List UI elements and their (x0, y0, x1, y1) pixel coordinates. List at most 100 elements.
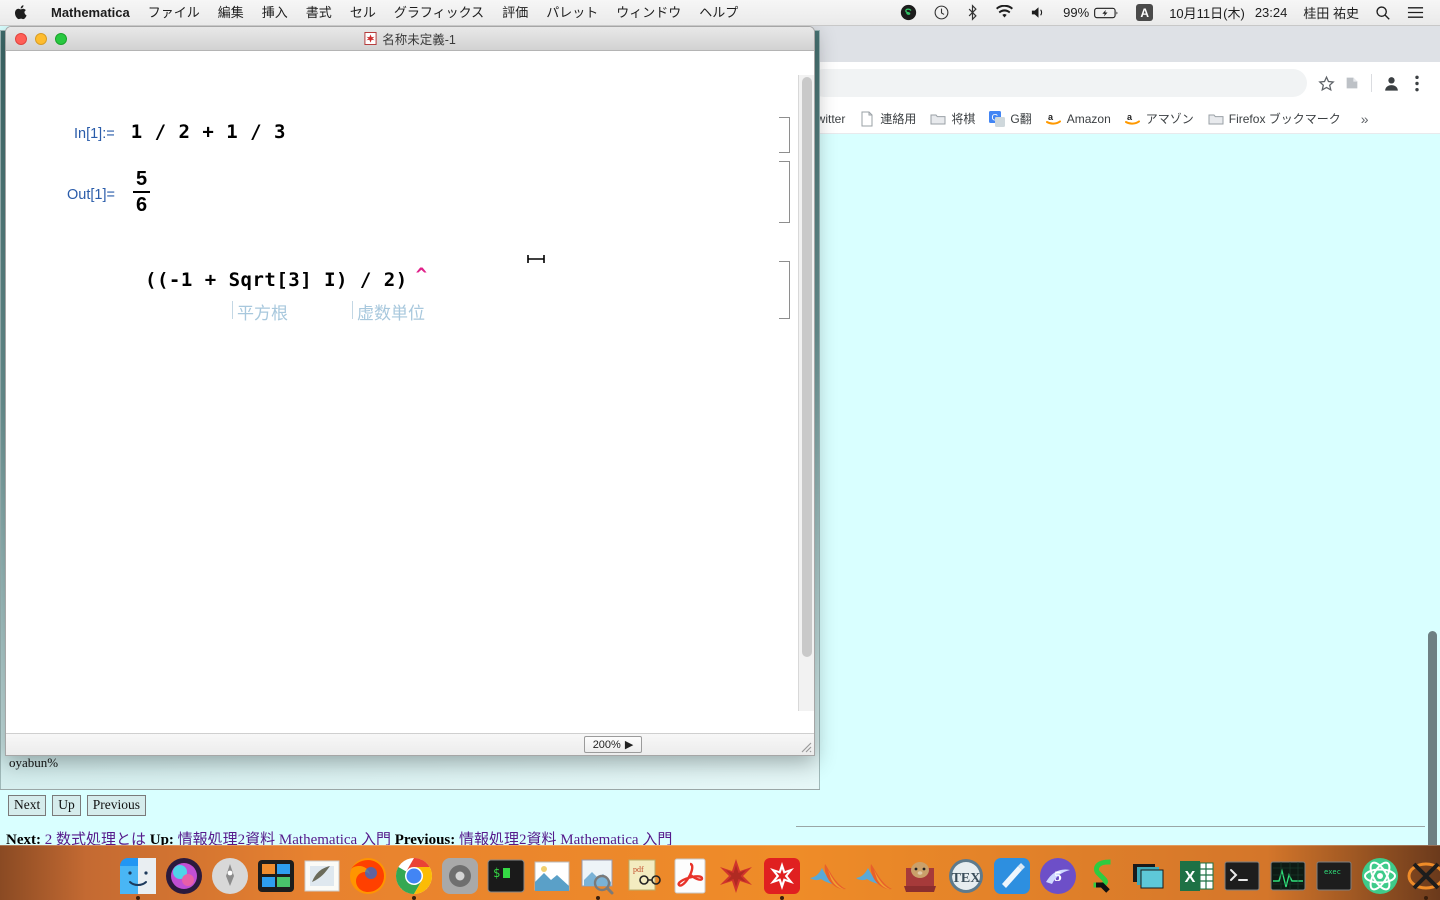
menu-cell[interactable]: セル (341, 0, 385, 26)
dock-item-adobe-acrobat[interactable] (668, 850, 712, 896)
bookmark-amazon-jp[interactable]: a アマゾン (1119, 107, 1200, 130)
dock-item-exec-terminal[interactable]: exec (1312, 850, 1356, 896)
page-navigation-buttons[interactable]: Next Up Previous (8, 795, 146, 816)
dock-item-xquartz[interactable] (1404, 850, 1440, 900)
notebook-content[interactable]: In[1]:= 1 / 2 + 1 / 3 Out[1]= 5 6 ((-1 +… (6, 51, 798, 733)
input-expression-2[interactable]: ((-1 + Sqrt[3] I) / 2) (145, 269, 408, 291)
menu-palettes[interactable]: パレット (537, 0, 607, 26)
cell-bracket-in-2[interactable] (779, 261, 790, 319)
browser-scrollbar[interactable] (1425, 134, 1440, 846)
input-cell-1[interactable]: In[1]:= 1 / 2 + 1 / 3 (74, 121, 286, 143)
bluetooth-icon[interactable] (958, 4, 987, 21)
search-icon[interactable] (1367, 5, 1399, 21)
bookmark-renrakuyou[interactable]: 連絡用 (853, 107, 922, 130)
address-bar[interactable] (810, 69, 1307, 97)
three-dot-menu-icon[interactable] (1404, 70, 1430, 96)
dock-item-firefox[interactable] (346, 850, 390, 896)
browser-toolbar[interactable] (796, 62, 1440, 104)
menu-bar-user[interactable]: 桂田 祐史 (1295, 3, 1367, 22)
bookmark-firefox-bookmarks[interactable]: Firefox ブックマーク (1202, 107, 1347, 130)
menu-graphics[interactable]: グラフィックス (385, 0, 493, 26)
cell-bracket-in-1[interactable] (779, 117, 790, 153)
chevron-right-icon[interactable]: ▶ (625, 738, 633, 751)
dock-item-matlab[interactable] (806, 850, 850, 896)
dock-item-xcode[interactable] (990, 850, 1034, 896)
bookmark-label: 連絡用 (880, 112, 917, 126)
browser-scrollbar-thumb[interactable] (1428, 631, 1437, 846)
input-cell-2[interactable]: ((-1 + Sqrt[3] I) / 2) ^ (145, 264, 427, 291)
bookmarks-overflow-button[interactable]: » (1355, 109, 1375, 129)
dock-item-skim-pdf[interactable]: pdf (622, 850, 666, 896)
skype-icon[interactable] (892, 4, 925, 21)
dock-item-mathematica[interactable] (760, 850, 804, 900)
dock-item-mathematica-player[interactable] (714, 850, 758, 896)
menu-insert[interactable]: 挿入 (253, 0, 297, 26)
notebook-body[interactable]: In[1]:= 1 / 2 + 1 / 3 Out[1]= 5 6 ((-1 +… (6, 51, 814, 733)
dock-item-matlab-2[interactable] (852, 850, 896, 896)
menu-help[interactable]: ヘルプ (690, 0, 747, 26)
menu-format[interactable]: 書式 (297, 0, 341, 26)
notebook-status-bar[interactable]: 200% ▶ (6, 733, 814, 755)
dock-item-chrome[interactable] (392, 850, 436, 900)
dock-item-mail[interactable] (300, 850, 344, 896)
menu-evaluation[interactable]: 評価 (493, 0, 537, 26)
dock-item-preview[interactable] (576, 850, 620, 900)
notebook-title: 名称未定義-1 (6, 29, 814, 48)
dock-item-photos[interactable] (530, 850, 574, 896)
mathematica-notebook-window[interactable]: 名称未定義-1 In[1]:= 1 / 2 + 1 / 3 Out[1]= 5 … (5, 26, 815, 756)
dock-item-finder[interactable] (116, 850, 160, 900)
dock-item-maple[interactable]: 5 (1036, 850, 1080, 896)
dock-item-siri[interactable] (162, 850, 206, 896)
bookmarks-bar[interactable]: Twitter 連絡用 将棋 G G翻 a Amazon a アマゾン Fire… (796, 104, 1440, 134)
output-cell-1[interactable]: Out[1]= 5 6 (67, 169, 151, 215)
menu-window[interactable]: ウィンドウ (607, 0, 690, 26)
menu-file[interactable]: ファイル (139, 0, 209, 26)
bookmark-amazon[interactable]: a Amazon (1040, 108, 1117, 130)
previous-button[interactable]: Previous (86, 795, 146, 816)
profile-avatar-icon[interactable] (1378, 70, 1404, 96)
dock-item-atom[interactable] (1358, 850, 1402, 896)
bookmark-shogi[interactable]: 将棋 (924, 107, 981, 130)
menu-bar-date: 10月11日(木) (1169, 6, 1245, 21)
notebook-scrollbar[interactable] (798, 75, 814, 711)
control-center-icon[interactable] (1399, 5, 1432, 20)
wifi-icon[interactable] (987, 5, 1022, 20)
dock-item-launchpad[interactable] (208, 850, 252, 896)
dock-item-iterm[interactable] (1220, 850, 1264, 896)
macos-dock[interactable]: $ pdf TEX 5 X exec (0, 845, 1440, 900)
dock-item-mission-control[interactable] (254, 850, 298, 896)
time-machine-icon[interactable] (925, 4, 958, 21)
chrome-browser-window[interactable]: Twitter 連絡用 将棋 G G翻 a Amazon a アマゾン Fire… (796, 26, 1440, 846)
dock-item-tex[interactable]: TEX (944, 850, 988, 896)
browser-tab-strip[interactable] (796, 26, 1440, 62)
dock-item-keynote[interactable] (1128, 850, 1172, 896)
menu-bar-status-items[interactable]: 99% A 10月11日(木) 23:24 桂田 祐史 (892, 3, 1440, 22)
bookmark-gtranslate[interactable]: G G翻 (983, 107, 1037, 130)
menu-edit[interactable]: 編集 (209, 0, 253, 26)
star-icon[interactable] (1313, 70, 1339, 96)
notebook-scrollbar-thumb[interactable] (802, 77, 812, 657)
menu-app-name[interactable]: Mathematica (42, 0, 139, 26)
macos-menu-bar[interactable]: Mathematica ファイル 編集 挿入 書式 セル グラフィックス 評価 … (0, 0, 1440, 26)
battery-status[interactable]: 99% (1055, 5, 1128, 20)
window-resize-grip[interactable] (798, 739, 812, 753)
siri-icon (166, 858, 202, 894)
up-button[interactable]: Up (52, 795, 81, 816)
system-preferences-icon (442, 858, 478, 894)
apple-logo-icon[interactable] (0, 4, 42, 21)
svg-text:exec: exec (1324, 868, 1341, 876)
dock-item-excel[interactable]: X (1174, 850, 1218, 896)
input-expression-1[interactable]: 1 / 2 + 1 / 3 (131, 121, 286, 143)
input-source-indicator[interactable]: A (1128, 4, 1161, 21)
dock-item-system-preferences[interactable] (438, 850, 482, 896)
dock-item-dictionary[interactable] (898, 850, 942, 896)
cell-bracket-out-1[interactable] (779, 161, 790, 223)
next-button[interactable]: Next (8, 795, 47, 816)
dock-item-terminal[interactable]: $ (484, 850, 528, 896)
extension-icon[interactable] (1339, 70, 1365, 96)
zoom-level-control[interactable]: 200% ▶ (584, 736, 642, 753)
notebook-title-bar[interactable]: 名称未定義-1 (6, 27, 814, 51)
volume-icon[interactable] (1022, 5, 1055, 20)
dock-item-activity-monitor[interactable] (1266, 850, 1310, 896)
dock-item-scilab[interactable] (1082, 850, 1126, 896)
